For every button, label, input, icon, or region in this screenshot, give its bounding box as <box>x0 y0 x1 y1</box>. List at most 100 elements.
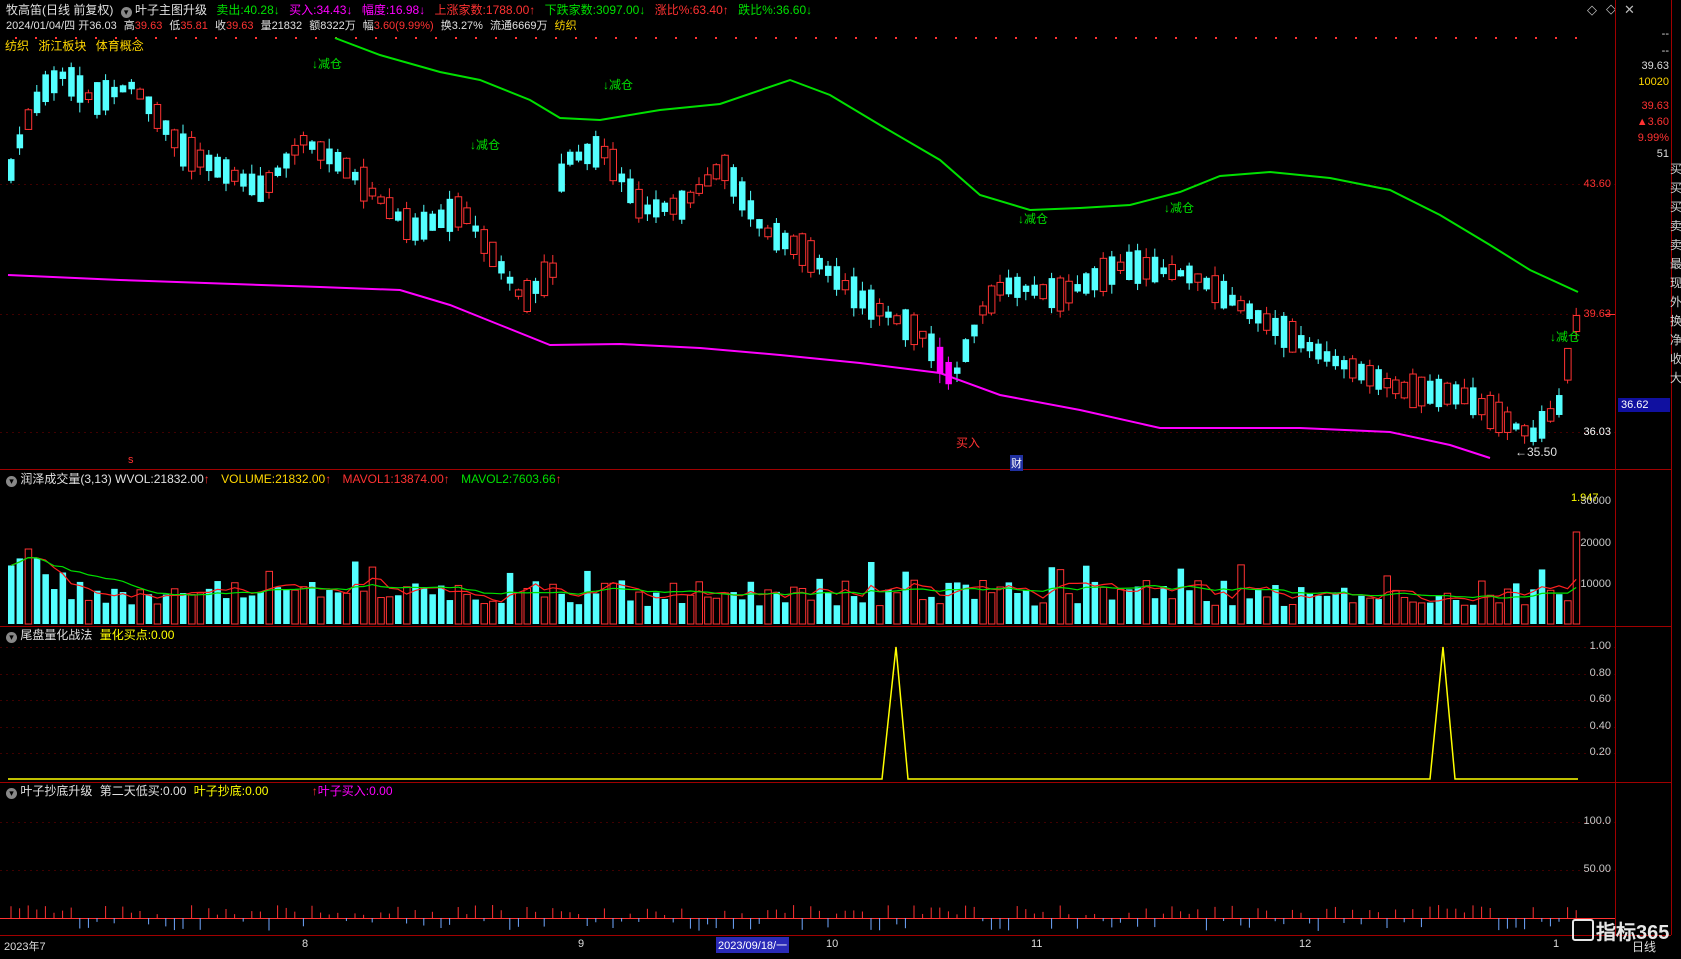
volume-bar <box>549 583 557 625</box>
volume-bars <box>8 531 1581 625</box>
volume-bar <box>1220 580 1228 624</box>
cursor-date-box: 2023/09/18/一 <box>716 937 790 953</box>
volume-bar <box>635 591 643 625</box>
candle-body <box>1126 251 1133 280</box>
candle-body <box>1116 261 1125 271</box>
candle-body <box>1349 358 1357 379</box>
volume-bar <box>919 599 927 625</box>
panel-dropdown-icon[interactable]: ▾ <box>6 476 17 487</box>
candle-body <box>919 330 927 339</box>
volume-bar <box>84 599 93 625</box>
mavol2-label: MAVOL2: <box>461 472 513 486</box>
candle-body <box>816 257 823 270</box>
bottom-panel-title[interactable]: 叶子抄底升级 <box>20 784 92 798</box>
volume-bar <box>506 572 514 624</box>
low-price-marker: ←35.50 <box>1515 445 1558 459</box>
candle-body <box>1435 378 1443 408</box>
bottom-label: 叶子抄底: <box>193 784 246 798</box>
volume-bar <box>1417 602 1426 625</box>
volume-bar <box>1160 586 1167 624</box>
candle-body <box>747 200 755 220</box>
candle-body <box>893 315 901 325</box>
volume-bar <box>1460 604 1469 625</box>
candle-body <box>205 154 213 172</box>
volume-bar <box>567 602 574 624</box>
bottom-axis-label: 50.00 <box>1583 863 1611 875</box>
right-panel-price2: 39.63 <box>1641 100 1669 112</box>
candle-body <box>807 240 815 273</box>
volume-bar <box>59 572 67 624</box>
candle-body <box>1486 394 1495 430</box>
reduce-annotation: ↓减仓 <box>312 57 343 71</box>
volume-bar <box>1503 588 1512 625</box>
volume-bar <box>1116 588 1125 625</box>
volume-bar <box>51 589 58 624</box>
volume-bar <box>1392 589 1400 625</box>
candle-body <box>136 88 144 100</box>
candle-body <box>1099 257 1108 292</box>
volume-bar <box>954 582 961 624</box>
candle-body <box>170 129 179 149</box>
x-axis-label: 9 <box>578 938 585 950</box>
candle-body <box>1263 313 1271 331</box>
candle-body <box>1513 423 1520 430</box>
quant-signal-line <box>8 646 1578 780</box>
bottom-gridlines <box>0 822 1615 871</box>
candle-body <box>1014 276 1021 298</box>
candle-body <box>1237 300 1245 312</box>
volume-bar <box>739 599 746 624</box>
volume-bar <box>352 561 359 624</box>
candle-body <box>360 166 368 202</box>
candle-body <box>627 178 634 204</box>
candle-body <box>1538 411 1546 439</box>
candle-body <box>885 311 892 318</box>
candle-body <box>429 213 436 231</box>
volume-bar <box>773 591 780 624</box>
candle-body <box>1427 380 1434 404</box>
candle-body <box>1341 360 1348 370</box>
candle-body <box>790 235 798 255</box>
volume-bar <box>584 570 591 624</box>
volume-bar <box>987 592 996 625</box>
x-axis-label: 8 <box>302 938 309 950</box>
candle-body <box>979 305 987 316</box>
volume-bar <box>1530 589 1537 624</box>
volume-bar <box>644 605 651 624</box>
candle-body <box>730 167 737 197</box>
quant-panel-title[interactable]: 尾盘量化战法 <box>20 628 92 642</box>
right-panel-price: 39.63 <box>1641 60 1669 72</box>
candle-body <box>661 202 669 212</box>
volume-bar <box>223 598 230 624</box>
volume-bar <box>1358 595 1365 624</box>
panel-dropdown-icon[interactable]: ▾ <box>6 788 17 799</box>
candle-body <box>68 67 75 97</box>
bottom-axis-label: 100.0 <box>1583 815 1611 827</box>
sidebar-vertical-labels[interactable]: 买买买卖卖最现外换净收大 <box>1670 160 1681 388</box>
volume-bar <box>463 593 471 625</box>
candle-body <box>59 71 67 79</box>
quant-point-label: 量化买点: <box>99 628 152 642</box>
volume-bar <box>1564 600 1572 625</box>
volume-bar <box>1065 593 1073 625</box>
candle-body <box>1203 277 1210 290</box>
candle-body <box>1392 379 1400 395</box>
candle-body <box>868 289 875 320</box>
panel-dropdown-icon[interactable]: ▾ <box>6 632 17 643</box>
candle-body <box>119 85 127 93</box>
volume-bar <box>669 582 678 625</box>
candle-body <box>1443 382 1452 405</box>
candle-body <box>472 225 479 232</box>
volume-bar <box>1556 594 1563 624</box>
volume-bar <box>807 599 815 625</box>
finance-marker[interactable]: 财 <box>1010 455 1023 471</box>
volume-bar <box>962 584 970 624</box>
candle-body <box>385 197 394 219</box>
volume-bar <box>317 596 325 625</box>
volume-bar <box>102 602 110 624</box>
candle-body <box>635 188 643 219</box>
volume-bar <box>825 592 832 624</box>
volume-panel-title[interactable]: 润泽成交量(3,13) <box>20 472 111 486</box>
candle-body <box>704 174 712 187</box>
right-panel-percent: 9.99% <box>1637 132 1669 144</box>
volume-bar <box>1409 601 1417 625</box>
